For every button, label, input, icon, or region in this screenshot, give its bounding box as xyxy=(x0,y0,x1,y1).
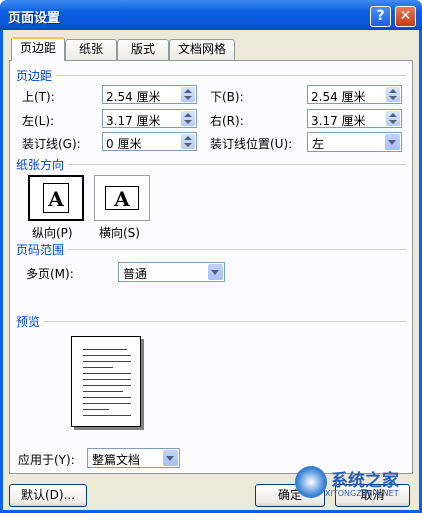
pages-section-title: 页码范围 xyxy=(16,241,69,258)
tab-layout[interactable]: 版式 xyxy=(117,39,169,60)
tab-document-grid[interactable]: 文档网格 xyxy=(169,39,235,60)
spin-arrows-icon[interactable] xyxy=(181,111,195,126)
tab-panel: 页边距 上(T): 2.54 厘米 下(B): 2.54 厘米 左(L): 3.… xyxy=(9,60,413,474)
help-icon: ? xyxy=(376,8,385,24)
top-margin-label: 上(T): xyxy=(22,90,55,104)
landscape-label[interactable]: 横向(S) xyxy=(99,224,140,241)
gutter-position-value: 左 xyxy=(312,137,325,151)
top-margin-value: 2.54 厘米 xyxy=(106,90,161,104)
right-margin-spinner[interactable]: 3.17 厘米 xyxy=(307,109,402,128)
dialog-client-area: 页边距 纸张 版式 文档网格 页边距 上(T): 2.54 厘米 下(B): 2… xyxy=(3,30,419,510)
page-preview xyxy=(71,336,141,427)
gutter-label: 装订线(G): xyxy=(22,137,81,151)
right-margin-value: 3.17 厘米 xyxy=(311,114,366,128)
multiple-pages-label: 多页(M): xyxy=(26,267,74,281)
apply-to-value: 整篇文档 xyxy=(92,453,141,467)
preview-separator xyxy=(16,321,406,322)
multiple-pages-select[interactable]: 普通 xyxy=(118,262,225,282)
bottom-margin-value: 2.54 厘米 xyxy=(311,90,366,104)
margins-separator xyxy=(16,75,406,76)
spin-arrows-icon[interactable] xyxy=(386,87,400,102)
left-margin-value: 3.17 厘米 xyxy=(106,114,161,128)
spin-arrows-icon[interactable] xyxy=(181,87,195,102)
title-bar[interactable]: 页面设置 ? ✕ xyxy=(0,0,422,30)
apply-to-select[interactable]: 整篇文档 xyxy=(87,448,180,468)
gutter-spinner[interactable]: 0 厘米 xyxy=(102,132,197,151)
portrait-option[interactable]: A xyxy=(28,175,84,221)
gutter-position-label: 装订线位置(U): xyxy=(210,137,293,151)
orientation-separator xyxy=(16,164,406,165)
close-icon: ✕ xyxy=(399,8,412,24)
watermark-main-text: 系统之家 xyxy=(331,471,399,491)
portrait-label[interactable]: 纵向(P) xyxy=(32,224,73,241)
left-margin-label: 左(L): xyxy=(22,114,55,128)
right-margin-label: 右(R): xyxy=(210,114,244,128)
default-button[interactable]: 默认(D)... xyxy=(9,484,87,507)
margins-section-title: 页边距 xyxy=(16,67,57,84)
pages-separator xyxy=(16,249,406,250)
gutter-value: 0 厘米 xyxy=(106,137,142,151)
tab-paper[interactable]: 纸张 xyxy=(65,39,117,60)
bottom-margin-spinner[interactable]: 2.54 厘米 xyxy=(307,85,402,104)
window-title: 页面设置 xyxy=(8,11,61,26)
gutter-position-select[interactable]: 左 xyxy=(307,132,402,152)
top-margin-spinner[interactable]: 2.54 厘米 xyxy=(102,85,197,104)
tab-margins[interactable]: 页边距 xyxy=(11,37,65,61)
close-button[interactable]: ✕ xyxy=(395,6,416,27)
site-watermark: 系统之家 XITONGZHIJIA.NET xyxy=(295,462,415,510)
chevron-down-icon[interactable] xyxy=(163,450,178,466)
chevron-down-icon[interactable] xyxy=(208,264,223,280)
left-margin-spinner[interactable]: 3.17 厘米 xyxy=(102,109,197,128)
watermark-logo-icon xyxy=(295,466,327,498)
spin-arrows-icon[interactable] xyxy=(386,111,400,126)
help-button[interactable]: ? xyxy=(370,6,391,27)
multiple-pages-value: 普通 xyxy=(123,267,148,281)
page-setup-dialog: 页面设置 ? ✕ 页边距 纸张 版式 文档网格 页边距 上(T): 2.54 厘… xyxy=(0,0,422,513)
apply-to-label: 应用于(Y): xyxy=(18,453,75,467)
landscape-page-icon: A xyxy=(105,186,139,211)
watermark-sub-text: XITONGZHIJIA.NET xyxy=(325,489,399,498)
portrait-page-icon: A xyxy=(43,183,69,213)
preview-section-title: 预览 xyxy=(16,313,45,330)
bottom-margin-label: 下(B): xyxy=(210,90,244,104)
chevron-down-icon[interactable] xyxy=(385,134,400,150)
spin-arrows-icon[interactable] xyxy=(181,134,195,149)
landscape-option[interactable]: A xyxy=(94,175,150,221)
orientation-section-title: 纸张方向 xyxy=(16,156,69,173)
